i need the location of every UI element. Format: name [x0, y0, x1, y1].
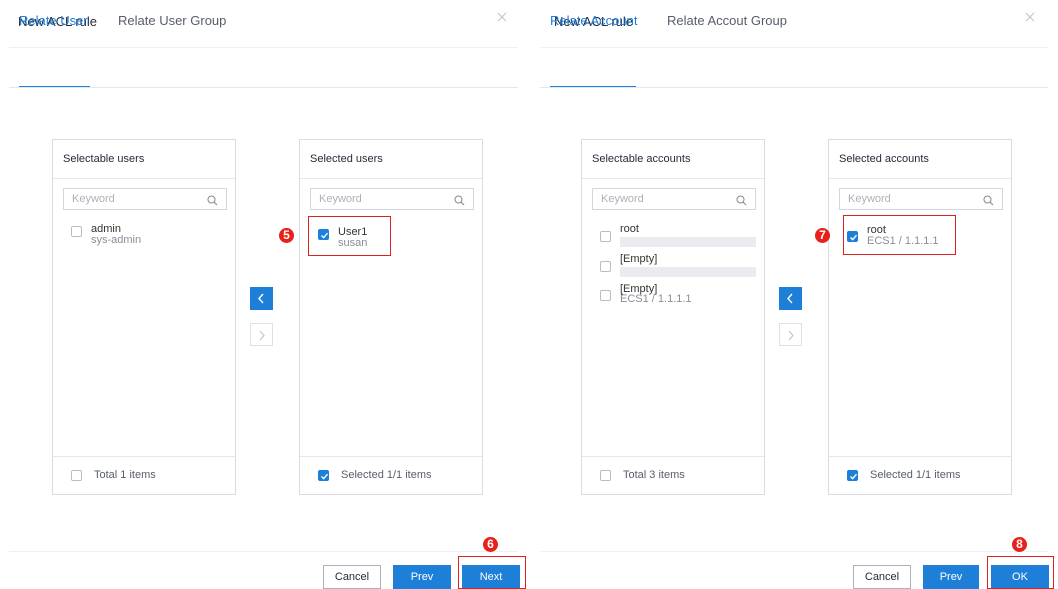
checkbox[interactable]: [600, 231, 611, 242]
search-placeholder: Keyword: [319, 193, 362, 205]
right-dialog: New ACL rule Relate Account Relate Accou…: [536, 0, 1058, 589]
search-input[interactable]: Keyword: [839, 188, 1003, 210]
search-icon[interactable]: [207, 193, 218, 213]
select-all-checkbox[interactable]: [71, 470, 82, 481]
panel-footer: Selected 1/1 items: [829, 456, 1011, 494]
header-divider: [540, 47, 1048, 48]
prev-button[interactable]: Prev: [923, 565, 979, 589]
search-input[interactable]: Keyword: [592, 188, 756, 210]
check-icon: [321, 473, 329, 480]
item-sub: ECS1 / 1.1.1.1: [620, 293, 692, 305]
item-name: root: [620, 223, 639, 235]
step-marker: 7: [815, 228, 830, 243]
chevron-right-icon: [259, 330, 265, 341]
selected-accounts-panel: Selected accounts Keyword root ECS1 / 1.…: [828, 139, 1012, 495]
move-right-button[interactable]: [779, 323, 802, 346]
left-dialog: New ACL rule Relate User Relate User Gro…: [0, 0, 527, 589]
panel-footer: Total 1 items: [53, 456, 235, 494]
selected-users-panel: Selected users Keyword User1 susan Selec…: [299, 139, 483, 495]
redacted-detail: [620, 267, 756, 277]
search-input[interactable]: Keyword: [310, 188, 474, 210]
selectable-accounts-panel: Selectable accounts Keyword root [Empty]…: [581, 139, 765, 495]
item-sub: sys-admin: [91, 234, 142, 246]
search-placeholder: Keyword: [848, 193, 891, 205]
panel-footer: Total 3 items: [582, 456, 764, 494]
chevron-left-icon: [258, 293, 264, 304]
prev-button[interactable]: Prev: [393, 565, 451, 589]
footer-count: Total 3 items: [623, 469, 685, 481]
checkbox[interactable]: [600, 261, 611, 272]
select-all-checkbox[interactable]: [600, 470, 611, 481]
footer-divider: [540, 551, 1048, 552]
step-marker: 8: [1012, 537, 1027, 552]
search-placeholder: Keyword: [72, 193, 115, 205]
tab-relate-user-group[interactable]: Relate User Group: [118, 13, 226, 28]
search-icon[interactable]: [983, 193, 994, 213]
move-left-button[interactable]: [779, 287, 802, 310]
item-sub: susan: [338, 237, 368, 249]
close-icon[interactable]: [1023, 10, 1039, 26]
redacted-detail: [620, 237, 756, 247]
step-marker: 5: [279, 228, 294, 243]
checkbox[interactable]: [600, 290, 611, 301]
close-icon[interactable]: [495, 10, 511, 26]
search-placeholder: Keyword: [601, 193, 644, 205]
panel-title: Selected users: [300, 140, 482, 179]
check-icon: [850, 473, 858, 480]
chevron-right-icon: [788, 330, 794, 341]
tab-relate-account[interactable]: Relate Account: [550, 13, 637, 28]
step-marker: 6: [483, 537, 498, 552]
cancel-button[interactable]: Cancel: [323, 565, 381, 589]
checkbox-checked[interactable]: [318, 229, 329, 240]
select-all-checkbox[interactable]: [847, 470, 858, 481]
panel-title: Selectable users: [53, 140, 235, 179]
panel-title: Selected accounts: [829, 140, 1011, 179]
next-button[interactable]: Next: [462, 565, 520, 589]
item-sub: ECS1 / 1.1.1.1: [867, 235, 939, 247]
tab-divider: [540, 87, 1048, 88]
search-input[interactable]: Keyword: [63, 188, 227, 210]
checkbox[interactable]: [71, 226, 82, 237]
header-divider: [9, 47, 518, 48]
panel-title: Selectable accounts: [582, 140, 764, 179]
tab-relate-account-group[interactable]: Relate Accout Group: [667, 13, 787, 28]
check-icon: [321, 232, 329, 239]
move-right-button[interactable]: [250, 323, 273, 346]
chevron-left-icon: [787, 293, 793, 304]
select-all-checkbox[interactable]: [318, 470, 329, 481]
footer-divider: [9, 551, 518, 552]
check-icon: [850, 234, 858, 241]
footer-count: Selected 1/1 items: [870, 469, 961, 481]
tab-relate-user[interactable]: Relate User: [19, 13, 88, 28]
cancel-button[interactable]: Cancel: [853, 565, 911, 589]
footer-count: Total 1 items: [94, 469, 156, 481]
footer-count: Selected 1/1 items: [341, 469, 432, 481]
move-left-button[interactable]: [250, 287, 273, 310]
item-name: [Empty]: [620, 253, 658, 265]
search-icon[interactable]: [736, 193, 747, 213]
selectable-users-panel: Selectable users Keyword admin sys-admin…: [52, 139, 236, 495]
tab-divider: [9, 87, 518, 88]
search-icon[interactable]: [454, 193, 465, 213]
panel-footer: Selected 1/1 items: [300, 456, 482, 494]
ok-button[interactable]: OK: [991, 565, 1049, 589]
checkbox-checked[interactable]: [847, 231, 858, 242]
